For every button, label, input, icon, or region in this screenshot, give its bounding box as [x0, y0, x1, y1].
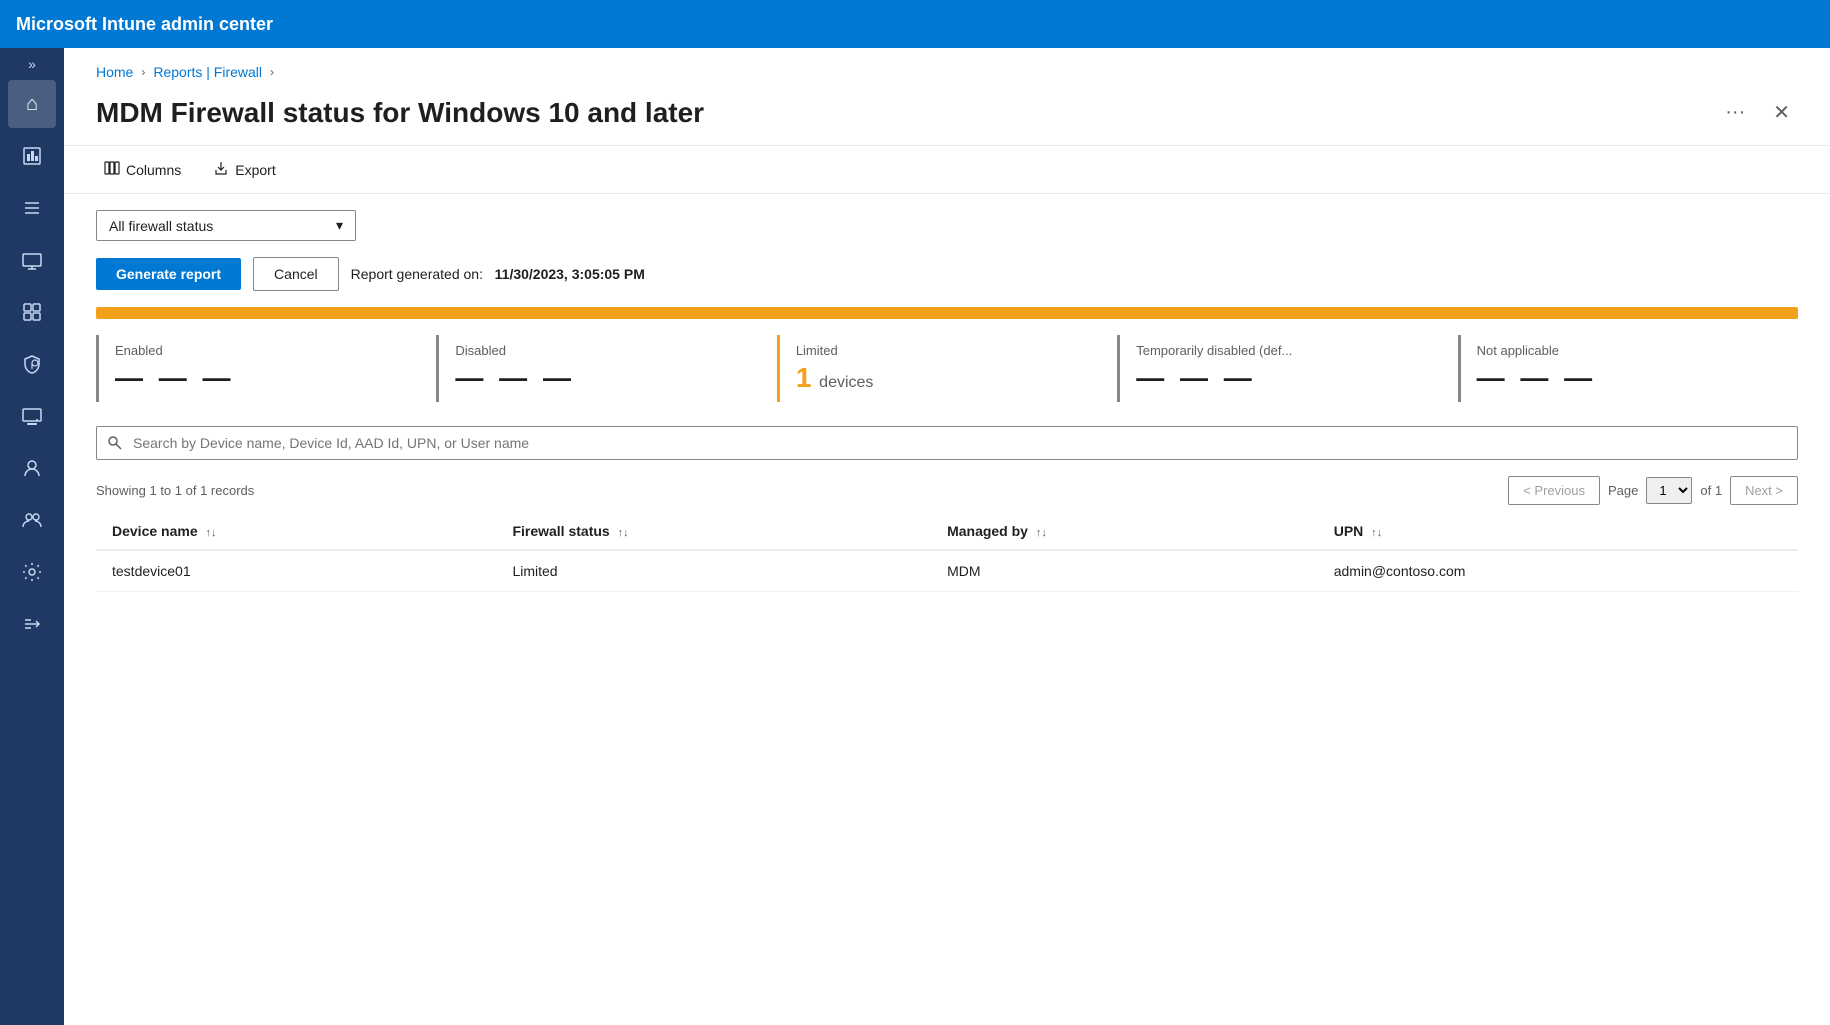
page-select[interactable]: 1: [1646, 477, 1692, 504]
col-device-name[interactable]: Device name ↑↓: [96, 513, 496, 550]
records-info-row: Showing 1 to 1 of 1 records < Previous P…: [96, 476, 1798, 505]
breadcrumb-sep1: ›: [141, 65, 145, 79]
stat-not-applicable-value: — — —: [1477, 362, 1782, 394]
page-title: MDM Firewall status for Windows 10 and l…: [96, 97, 704, 129]
top-bar: Microsoft Intune admin center: [0, 0, 1830, 48]
sort-icon-managed-by: ↑↓: [1036, 527, 1047, 539]
cell-upn: admin@contoso.com: [1318, 550, 1798, 592]
cell-device-name: testdevice01: [96, 550, 496, 592]
table-header-row: Device name ↑↓ Firewall status ↑↓ Manage…: [96, 513, 1798, 550]
sidebar-item-reports[interactable]: [8, 132, 56, 180]
stat-limited-value: 1 devices: [796, 362, 1101, 394]
sidebar-item-close[interactable]: [8, 600, 56, 648]
toolbar: Columns Export: [64, 145, 1830, 194]
export-icon: [213, 160, 229, 179]
firewall-status-dropdown[interactable]: All firewall status ▾: [96, 210, 356, 241]
sidebar-item-settings[interactable]: [8, 548, 56, 596]
columns-icon: [104, 160, 120, 179]
cancel-button[interactable]: Cancel: [253, 257, 339, 291]
filter-area: All firewall status ▾: [64, 194, 1830, 257]
sidebar: » ⌂: [0, 48, 64, 1025]
records-count: Showing 1 to 1 of 1 records: [96, 483, 254, 498]
table-row[interactable]: testdevice01 Limited MDM admin@contoso.c…: [96, 550, 1798, 592]
pagination: < Previous Page 1 of 1 Next >: [1508, 476, 1798, 505]
search-area: [64, 418, 1830, 468]
prev-button[interactable]: < Previous: [1508, 476, 1600, 505]
stat-temp-disabled: Temporarily disabled (def... — — —: [1117, 335, 1457, 402]
report-date: Report generated on: 11/30/2023, 3:05:05…: [351, 266, 645, 282]
report-date-value: 11/30/2023, 3:05:05 PM: [495, 266, 645, 282]
export-label: Export: [235, 162, 275, 178]
search-input[interactable]: [96, 426, 1798, 460]
generate-report-button[interactable]: Generate report: [96, 258, 241, 290]
sidebar-item-monitor[interactable]: [8, 392, 56, 440]
next-button[interactable]: Next >: [1730, 476, 1798, 505]
cell-managed-by: MDM: [931, 550, 1318, 592]
col-upn[interactable]: UPN ↑↓: [1318, 513, 1798, 550]
stat-temp-disabled-value: — — —: [1136, 362, 1441, 394]
sort-icon-device-name: ↑↓: [206, 527, 217, 539]
actions-row: Generate report Cancel Report generated …: [64, 257, 1830, 307]
stat-temp-disabled-label: Temporarily disabled (def...: [1136, 343, 1441, 358]
columns-label: Columns: [126, 162, 181, 178]
sort-icon-upn: ↑↓: [1371, 527, 1382, 539]
sidebar-item-users[interactable]: [8, 444, 56, 492]
sidebar-collapse-btn[interactable]: »: [28, 56, 36, 72]
stat-not-applicable-label: Not applicable: [1477, 343, 1782, 358]
export-button[interactable]: Export: [205, 154, 283, 185]
close-button[interactable]: ✕: [1765, 96, 1798, 129]
sidebar-item-apps[interactable]: [8, 288, 56, 336]
progress-bar: [96, 307, 1798, 319]
stat-limited-label: Limited: [796, 343, 1101, 358]
report-date-prefix: Report generated on:: [351, 266, 483, 282]
data-table: Device name ↑↓ Firewall status ↑↓ Manage…: [96, 513, 1798, 592]
dropdown-value: All firewall status: [109, 218, 213, 234]
sidebar-item-groups[interactable]: [8, 496, 56, 544]
col-managed-by[interactable]: Managed by ↑↓: [931, 513, 1318, 550]
stat-disabled: Disabled — — —: [436, 335, 776, 402]
more-options-button[interactable]: ···: [1717, 97, 1753, 128]
page-total-label: of 1: [1700, 483, 1722, 498]
page-header-actions: ··· ✕: [1717, 96, 1798, 129]
chevron-down-icon: ▾: [336, 217, 343, 234]
stat-disabled-value: — — —: [455, 362, 760, 394]
breadcrumb-home[interactable]: Home: [96, 64, 133, 80]
stats-row: Enabled — — — Disabled — — — Limited 1 d…: [64, 319, 1830, 418]
page-label: Page: [1608, 483, 1638, 498]
stat-disabled-label: Disabled: [455, 343, 760, 358]
content-area: Home › Reports | Firewall › MDM Firewall…: [64, 48, 1830, 1025]
breadcrumb-reports[interactable]: Reports | Firewall: [153, 64, 262, 80]
sidebar-item-home[interactable]: ⌂: [8, 80, 56, 128]
stat-not-applicable: Not applicable — — —: [1458, 335, 1798, 402]
sidebar-item-list[interactable]: [8, 184, 56, 232]
sidebar-item-devices[interactable]: [8, 236, 56, 284]
stat-limited: Limited 1 devices: [777, 335, 1117, 402]
breadcrumb: Home › Reports | Firewall ›: [64, 48, 1830, 88]
col-firewall-status[interactable]: Firewall status ↑↓: [496, 513, 931, 550]
app-title: Microsoft Intune admin center: [16, 14, 273, 35]
stat-enabled: Enabled — — —: [96, 335, 436, 402]
cell-firewall-status: Limited: [496, 550, 931, 592]
sidebar-item-security[interactable]: [8, 340, 56, 388]
stat-enabled-label: Enabled: [115, 343, 420, 358]
stat-enabled-value: — — —: [115, 362, 420, 394]
page-header: MDM Firewall status for Windows 10 and l…: [64, 88, 1830, 145]
table-area: Showing 1 to 1 of 1 records < Previous P…: [64, 468, 1830, 600]
breadcrumb-sep2: ›: [270, 65, 274, 79]
columns-button[interactable]: Columns: [96, 154, 189, 185]
sort-icon-firewall-status: ↑↓: [618, 527, 629, 539]
